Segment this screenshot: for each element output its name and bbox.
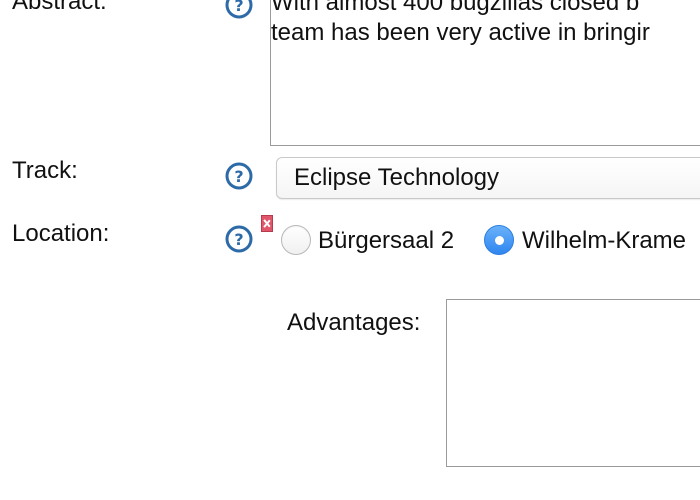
proposal-form: Abstract: ? With almost 400 bugzillas cl… <box>0 0 700 500</box>
svg-text:?: ? <box>234 230 243 249</box>
location-radio-wilhelm-kramer[interactable] <box>484 225 514 255</box>
track-selected-value: Eclipse Technology <box>294 164 500 191</box>
location-label: Location: <box>12 220 110 247</box>
abstract-help-icon[interactable]: ? <box>224 0 254 20</box>
svg-text:?: ? <box>234 167 243 186</box>
svg-text:?: ? <box>234 0 243 15</box>
location-help-icon[interactable]: ? <box>224 224 254 254</box>
track-help-icon[interactable]: ? <box>224 161 254 191</box>
error-marker-icon <box>261 215 273 232</box>
abstract-label: Abstract: <box>12 0 107 15</box>
location-option-label-1[interactable]: Bürgersaal 2 <box>318 227 454 255</box>
advantages-label: Advantages: <box>287 309 421 336</box>
abstract-text: With almost 400 bugzillas closed b team … <box>271 0 650 46</box>
location-radio-buergersaal[interactable] <box>281 225 311 255</box>
track-label: Track: <box>12 157 78 184</box>
location-option-label-2[interactable]: Wilhelm-Krame <box>522 227 686 255</box>
track-select[interactable]: Eclipse Technology <box>276 157 700 199</box>
advantages-textarea[interactable] <box>446 299 700 467</box>
